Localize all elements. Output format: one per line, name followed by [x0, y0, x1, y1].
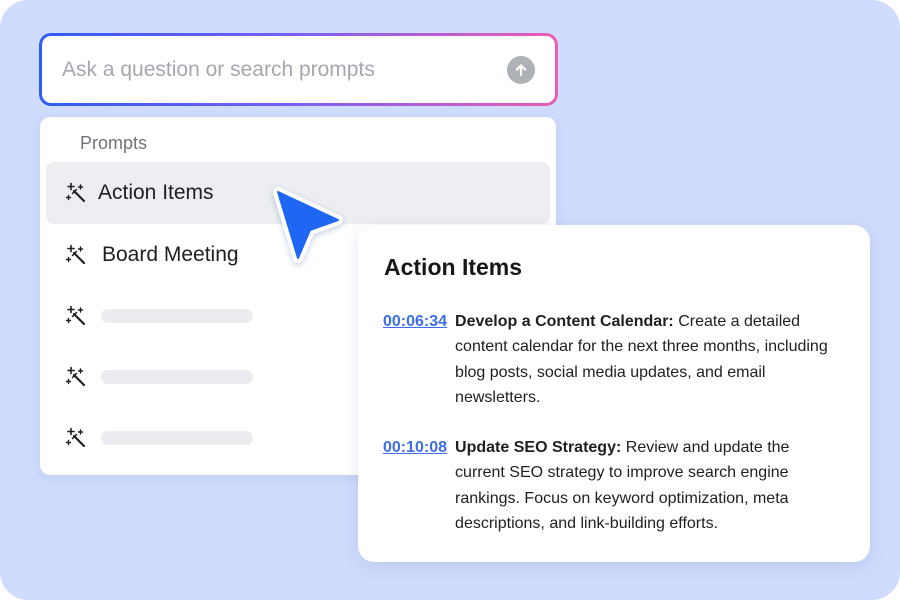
entry-heading: Update SEO Strategy:	[455, 439, 622, 456]
card-title: Action Items	[384, 254, 523, 280]
search-bar-inner	[42, 36, 555, 103]
skeleton-bar	[101, 370, 253, 384]
action-item-entry: 00:10:08 Update SEO Strategy: Review and…	[383, 435, 840, 537]
section-label: Prompts	[80, 133, 148, 153]
magic-wand-icon	[64, 426, 88, 450]
search-bar	[39, 33, 558, 106]
search-input[interactable]	[60, 56, 507, 83]
prompt-item-label: Action Items	[98, 181, 214, 204]
magic-wand-icon	[64, 304, 88, 328]
send-button[interactable]	[507, 55, 535, 84]
magic-wand-icon	[64, 365, 88, 389]
entry-heading: Develop a Content Calendar:	[455, 313, 674, 330]
action-items-card: Action Items 00:06:34 Develop a Content …	[358, 225, 870, 562]
entry-body: Develop a Content Calendar: Create a det…	[455, 309, 835, 411]
timestamp-link[interactable]: 00:10:08	[383, 435, 447, 460]
skeleton-bar	[101, 309, 253, 323]
action-item-entry: 00:06:34 Develop a Content Calendar: Cre…	[383, 309, 835, 411]
skeleton-bar	[101, 431, 253, 445]
entry-body: Update SEO Strategy: Review and update t…	[455, 435, 840, 537]
timestamp-link[interactable]: 00:06:34	[383, 309, 447, 334]
app-canvas: Prompts Action Items	[0, 0, 900, 600]
arrow-up-icon	[515, 63, 527, 76]
magic-wand-icon	[64, 181, 88, 205]
prompt-item-label: Board Meeting	[102, 243, 239, 266]
pointer-cursor-icon	[273, 187, 343, 263]
magic-wand-icon	[64, 243, 88, 267]
